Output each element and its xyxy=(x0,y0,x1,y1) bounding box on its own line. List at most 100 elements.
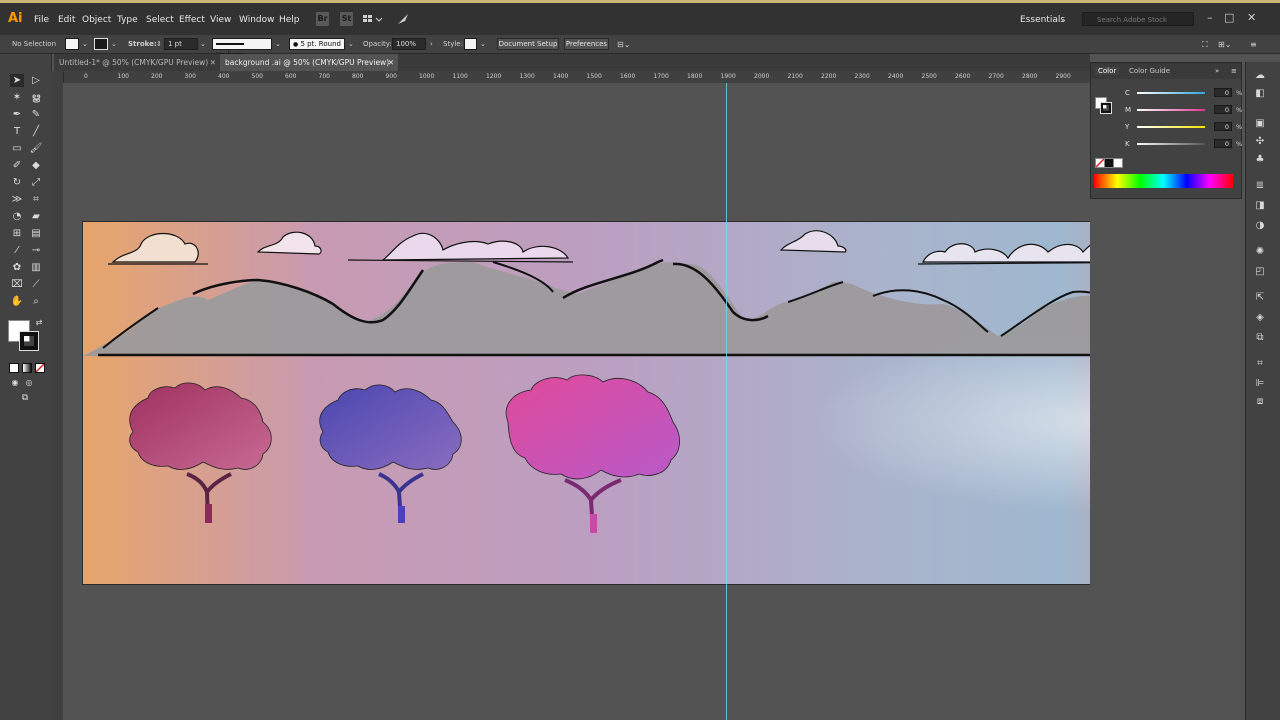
panel-menu-icon[interactable]: ≡ xyxy=(1250,40,1257,49)
libraries-icon[interactable]: ☁ xyxy=(1254,70,1266,82)
pathfinder-icon[interactable]: ⧈ xyxy=(1254,396,1266,408)
scale-tool-icon[interactable]: ⤢ xyxy=(29,176,43,189)
tab-untitled-1[interactable]: Untitled-1* @ 50% (CMYK/GPU Preview) ✕ xyxy=(54,54,220,71)
chevron-down-icon[interactable]: ⌄ xyxy=(111,40,117,48)
maximize-icon[interactable]: □ xyxy=(1224,11,1234,24)
yellow-slider[interactable] xyxy=(1137,126,1205,128)
free-transform-icon[interactable]: ⌗ xyxy=(29,193,43,206)
appearance-icon[interactable]: ✺ xyxy=(1254,246,1266,258)
rectangle-tool-icon[interactable]: ▭ xyxy=(10,142,24,155)
eyedropper-icon[interactable]: ⁄ xyxy=(10,244,24,257)
none-mode-icon[interactable] xyxy=(35,363,45,373)
gradient-tool-icon[interactable]: ▤ xyxy=(29,227,43,240)
graphic-styles-icon[interactable]: ◰ xyxy=(1254,266,1266,278)
white-swatch[interactable] xyxy=(1113,158,1123,168)
mesh-tool-icon[interactable]: ⊞ xyxy=(10,227,24,240)
curvature-tool-icon[interactable]: ✎ xyxy=(29,108,43,121)
tab-color[interactable]: Color xyxy=(1095,67,1120,75)
magenta-slider[interactable] xyxy=(1137,109,1205,111)
artboard[interactable] xyxy=(82,221,1090,585)
menu-edit[interactable]: Edit xyxy=(58,15,75,25)
blend-tool-icon[interactable]: ⊸ xyxy=(29,244,43,257)
stroke-swatch[interactable] xyxy=(94,38,108,50)
transform-panel-icon[interactable]: ⌗ xyxy=(1254,358,1266,370)
lasso-icon[interactable]: ൠ xyxy=(29,91,43,104)
draw-behind-icon[interactable]: ◎ xyxy=(22,376,36,389)
properties-icon[interactable]: ◧ xyxy=(1254,88,1266,100)
slice-tool-icon[interactable]: ⟋ xyxy=(29,278,43,291)
brush-definition[interactable]: ● 5 pt. Round xyxy=(289,38,345,50)
artboards-icon[interactable]: ⧉ xyxy=(1254,332,1266,344)
menu-file[interactable]: File xyxy=(34,15,49,25)
opacity-field[interactable]: 100% xyxy=(392,38,426,50)
chevron-down-icon[interactable]: ⌄ xyxy=(348,40,354,48)
artboard-tool-icon[interactable]: ⌧ xyxy=(10,278,24,291)
magic-wand-icon[interactable]: ✶ xyxy=(10,91,24,104)
black-value-field[interactable]: 0 xyxy=(1214,139,1232,148)
magenta-value-field[interactable]: 0 xyxy=(1214,105,1232,114)
stroke-color-swatch[interactable] xyxy=(1100,102,1112,114)
bridge-button[interactable]: Br xyxy=(316,12,329,26)
zoom-tool-icon[interactable]: ⌕ xyxy=(29,295,43,308)
close-tab-icon[interactable]: ✕ xyxy=(210,54,216,71)
menu-object[interactable]: Object xyxy=(82,15,111,25)
close-tab-icon[interactable]: ✕ xyxy=(388,54,394,71)
graphic-style-swatch[interactable] xyxy=(464,38,477,50)
direct-selection-tool-icon[interactable]: ▷ xyxy=(29,74,43,87)
gpu-performance-icon[interactable] xyxy=(396,12,410,26)
swap-colors-icon[interactable]: ⇄ xyxy=(32,316,46,329)
menu-view[interactable]: View xyxy=(210,15,231,25)
chevron-down-icon[interactable]: ⌄ xyxy=(1060,15,1067,24)
gradient-panel-icon[interactable]: ◨ xyxy=(1254,200,1266,212)
symbol-sprayer-icon[interactable]: ✿ xyxy=(10,261,24,274)
hand-tool-icon[interactable]: ✋ xyxy=(10,295,24,308)
image-trace-icon[interactable]: ▣ xyxy=(1254,118,1266,130)
stroke-panel-icon[interactable]: ≣ xyxy=(1254,180,1266,192)
symbols-icon[interactable]: ♣ xyxy=(1254,154,1266,166)
preferences-button[interactable]: Preferences xyxy=(564,38,609,50)
stroke-label[interactable]: Stroke: xyxy=(128,40,157,48)
transform-icon[interactable]: ⊞⌄ xyxy=(1218,40,1231,49)
perspective-grid-icon[interactable]: ▰ xyxy=(29,210,43,223)
close-icon[interactable]: ✕ xyxy=(1247,11,1256,24)
export-icon[interactable]: ⇱ xyxy=(1254,292,1266,304)
minimize-icon[interactable]: – xyxy=(1207,11,1213,24)
document-setup-button[interactable]: Document Setup xyxy=(497,38,559,50)
variable-width-profile[interactable]: Uniform xyxy=(212,38,272,59)
menu-type[interactable]: Type xyxy=(117,15,138,25)
stepper-icon[interactable]: ⇕ xyxy=(156,40,162,48)
menu-select[interactable]: Select xyxy=(146,15,174,25)
eraser-icon[interactable]: ◆ xyxy=(29,159,43,172)
transparency-icon[interactable]: ◑ xyxy=(1254,220,1266,232)
brushes-icon[interactable]: ✣ xyxy=(1254,136,1266,148)
stock-button[interactable]: St xyxy=(340,12,353,26)
cyan-slider[interactable] xyxy=(1137,92,1205,94)
canvas[interactable] xyxy=(63,83,1090,720)
fill-swatch[interactable] xyxy=(65,38,79,50)
tab-color-guide[interactable]: Color Guide xyxy=(1129,67,1170,75)
stroke-color-swatch[interactable] xyxy=(19,331,39,351)
cyan-value-field[interactable]: 0 xyxy=(1214,88,1232,97)
search-stock-input[interactable]: Search Adobe Stock xyxy=(1082,12,1194,26)
line-tool-icon[interactable]: ╱ xyxy=(29,125,43,138)
layers-icon[interactable]: ◈ xyxy=(1254,312,1266,324)
chevron-down-icon[interactable]: ⌄ xyxy=(275,40,281,48)
align-icon[interactable]: ⊟⌄ xyxy=(617,40,630,49)
pen-tool-icon[interactable]: ✒ xyxy=(10,108,24,121)
chevron-down-icon[interactable]: ⌄ xyxy=(82,40,88,48)
opacity-label[interactable]: Opacity: xyxy=(363,40,392,48)
rotate-tool-icon[interactable]: ↻ xyxy=(10,176,24,189)
black-slider[interactable] xyxy=(1137,143,1205,145)
workspace-switcher[interactable]: Essentials xyxy=(1020,15,1065,25)
vertical-guide[interactable] xyxy=(726,83,727,720)
chevron-down-icon[interactable]: ⌄ xyxy=(480,40,486,48)
tab-background-ai[interactable]: background .ai @ 50% (CMYK/GPU Preview) … xyxy=(220,54,398,71)
color-spectrum[interactable] xyxy=(1094,174,1233,188)
graph-tool-icon[interactable]: ▥ xyxy=(29,261,43,274)
paintbrush-icon[interactable]: 🖌 xyxy=(29,142,43,155)
selection-tool-icon[interactable]: ➤ xyxy=(10,74,24,87)
color-mode-icon[interactable] xyxy=(9,363,19,373)
type-tool-icon[interactable]: T xyxy=(10,125,24,138)
shaper-tool-icon[interactable]: ✐ xyxy=(10,159,24,172)
draw-normal-icon[interactable]: ◉ xyxy=(8,376,22,389)
